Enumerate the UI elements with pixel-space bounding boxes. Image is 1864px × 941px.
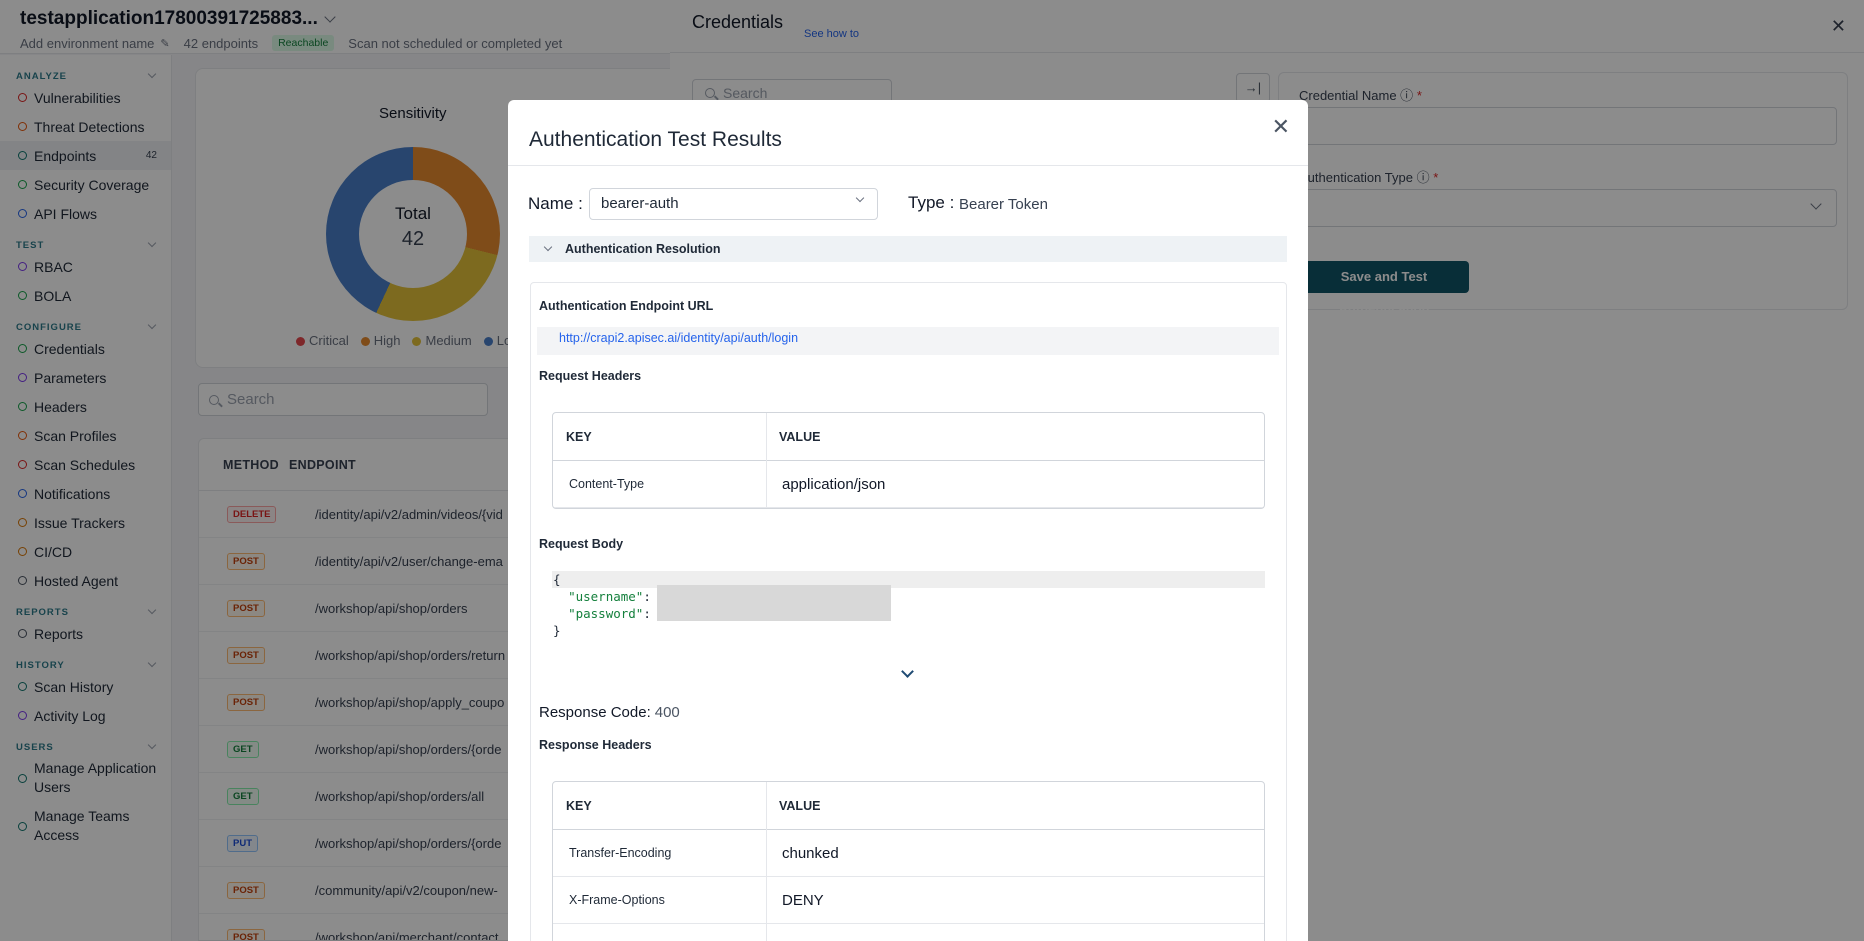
table-row: Transfer-Encoding chunked — [553, 829, 1264, 877]
response-headers-label: Response Headers — [539, 738, 652, 752]
brace-close: } — [553, 623, 561, 638]
table-header: KEY VALUE — [553, 782, 1264, 830]
table-row — [553, 923, 1264, 941]
endpoint-url-label: Authentication Endpoint URL — [539, 299, 714, 313]
header-value: application/json — [782, 475, 886, 493]
modal-title: Authentication Test Results — [529, 128, 782, 151]
code-line: } — [552, 622, 1265, 639]
resolution-details: Authentication Endpoint URL http://crapi… — [530, 282, 1287, 941]
key-column-header: KEY — [553, 413, 767, 461]
header-key: Transfer-Encoding — [553, 829, 767, 877]
chevron-down-icon — [543, 242, 553, 252]
value-column-header: VALUE — [779, 429, 821, 444]
table-row: X-Frame-Options DENY — [553, 876, 1264, 924]
colon: : — [643, 606, 651, 621]
header-key: Content-Type — [553, 460, 767, 508]
request-body-code: { "username": "password": } — [552, 571, 1265, 643]
key-column-header: KEY — [553, 782, 767, 830]
password-key: "password" — [568, 606, 644, 621]
type-value: Bearer Token — [959, 196, 1048, 213]
brace-open: { — [553, 572, 561, 587]
endpoint-url-link[interactable]: http://crapi2.apisec.ai/identity/api/aut… — [559, 331, 798, 345]
response-code: Response Code: 400 — [539, 704, 680, 721]
chevron-down-icon — [855, 193, 865, 203]
table-row: Content-Type application/json — [553, 460, 1264, 508]
colon: : — [643, 589, 651, 604]
request-headers-table: KEY VALUE Content-Type application/json — [552, 412, 1265, 509]
value-column-header: VALUE — [779, 798, 821, 813]
endpoint-url-field: http://crapi2.apisec.ai/identity/api/aut… — [537, 327, 1279, 355]
response-headers-table: KEY VALUE Transfer-Encoding chunked X-Fram… — [552, 781, 1265, 941]
response-code-label: Response Code: — [539, 704, 651, 721]
credential-name-select[interactable]: bearer-auth — [589, 188, 878, 220]
type-label: Type : — [908, 193, 955, 212]
header-key: X-Frame-Options — [553, 876, 767, 924]
response-code-value: 400 — [654, 704, 680, 721]
header-key — [553, 923, 767, 941]
credential-name-value: bearer-auth — [601, 195, 679, 212]
redacted-credentials — [657, 585, 891, 621]
authentication-resolution-toggle[interactable]: Authentication Resolution — [529, 236, 1287, 262]
modal-divider — [508, 165, 1308, 166]
close-icon[interactable]: ✕ — [1272, 116, 1290, 138]
header-value: chunked — [782, 844, 839, 862]
request-headers-label: Request Headers — [539, 369, 642, 383]
table-header: KEY VALUE — [553, 413, 1264, 461]
header-value: DENY — [782, 891, 824, 909]
section-title: Authentication Resolution — [565, 242, 721, 256]
request-body-label: Request Body — [539, 537, 624, 551]
name-label: Name : — [528, 194, 583, 213]
username-key: "username" — [568, 589, 644, 604]
expand-chevron-down-icon[interactable] — [901, 665, 914, 678]
auth-test-results-modal: Authentication Test Results ✕ Name : bea… — [508, 100, 1308, 941]
